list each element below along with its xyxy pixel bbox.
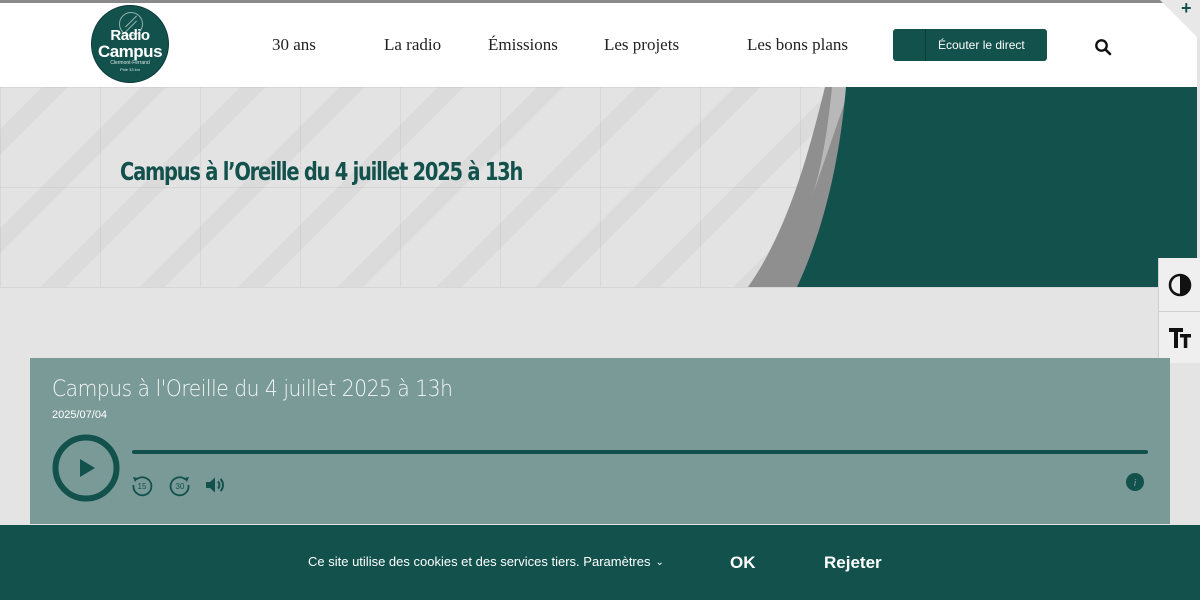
banner-decoration — [748, 87, 1197, 287]
episode-title: Campus à l'Oreille du 4 juillet 2025 à 1… — [52, 377, 453, 402]
listen-button-divider — [925, 29, 926, 61]
page-banner: Campus à l’Oreille du 4 juillet 2025 à 1… — [0, 87, 1197, 287]
rewind-seconds-label: 15 — [138, 482, 147, 491]
cookie-message-text: Ce site utilise des cookies et des servi… — [308, 554, 580, 569]
podcast-player: Campus à l'Oreille du 4 juillet 2025 à 1… — [30, 358, 1170, 524]
logo-text-subtitle: Pôle 33 km — [119, 67, 140, 72]
logo-text-campus: Campus — [97, 42, 163, 61]
play-icon — [80, 459, 95, 477]
cookie-settings-link[interactable]: Paramètres ⌄ — [583, 554, 664, 569]
volume-icon[interactable] — [203, 473, 227, 497]
contrast-icon — [1168, 273, 1192, 297]
cookie-ok-button[interactable]: OK — [730, 553, 756, 573]
cookie-settings-label: Paramètres — [583, 554, 651, 569]
accessibility-toolbar — [1158, 258, 1200, 363]
play-button[interactable] — [52, 434, 120, 502]
listen-live-button[interactable]: Écouter le direct — [893, 29, 1047, 61]
search-icon[interactable] — [1094, 38, 1112, 56]
nav-item-la-radio[interactable]: La radio — [384, 35, 441, 55]
chevron-down-icon: ⌄ — [655, 557, 664, 568]
logo-text-city: Clermont-Ferrand — [110, 60, 150, 66]
rewind-15-button[interactable]: 15 — [130, 473, 154, 497]
svg-text:i: i — [1133, 477, 1136, 489]
nav-item-les-bons-plans[interactable]: Les bons plans — [747, 35, 848, 55]
forward-30-button[interactable]: 30 — [168, 473, 192, 497]
cookie-reject-button[interactable]: Rejeter — [824, 553, 882, 573]
cookie-message: Ce site utilise des cookies et des servi… — [308, 554, 664, 569]
nav-item-emissions[interactable]: Émissions — [488, 35, 558, 55]
episode-date: 2025/07/04 — [52, 409, 108, 421]
text-size-button[interactable] — [1159, 311, 1200, 364]
plus-icon[interactable]: + — [1181, 0, 1192, 17]
listen-live-label: Écouter le direct — [938, 38, 1025, 52]
site-header: Radio Campus Clermont-Ferrand Pôle 33 km… — [0, 3, 1197, 87]
cookie-banner: Ce site utilise des cookies et des servi… — [0, 525, 1200, 600]
forward-seconds-label: 30 — [176, 482, 185, 491]
info-icon[interactable]: i — [1126, 473, 1144, 491]
nav-item-30-ans[interactable]: 30 ans — [272, 35, 316, 55]
corner-fold-toggle[interactable] — [1160, 0, 1200, 40]
logo-text-radio: Radio — [110, 27, 150, 44]
page-title: Campus à l’Oreille du 4 juillet 2025 à 1… — [120, 157, 523, 186]
banner-divider — [0, 287, 1197, 288]
progress-bar[interactable] — [132, 450, 1148, 454]
radio-campus-logo[interactable]: Radio Campus Clermont-Ferrand Pôle 33 km — [91, 5, 169, 83]
contrast-toggle-button[interactable] — [1159, 258, 1200, 310]
nav-item-les-projets[interactable]: Les projets — [604, 35, 679, 55]
text-size-icon — [1169, 328, 1191, 348]
